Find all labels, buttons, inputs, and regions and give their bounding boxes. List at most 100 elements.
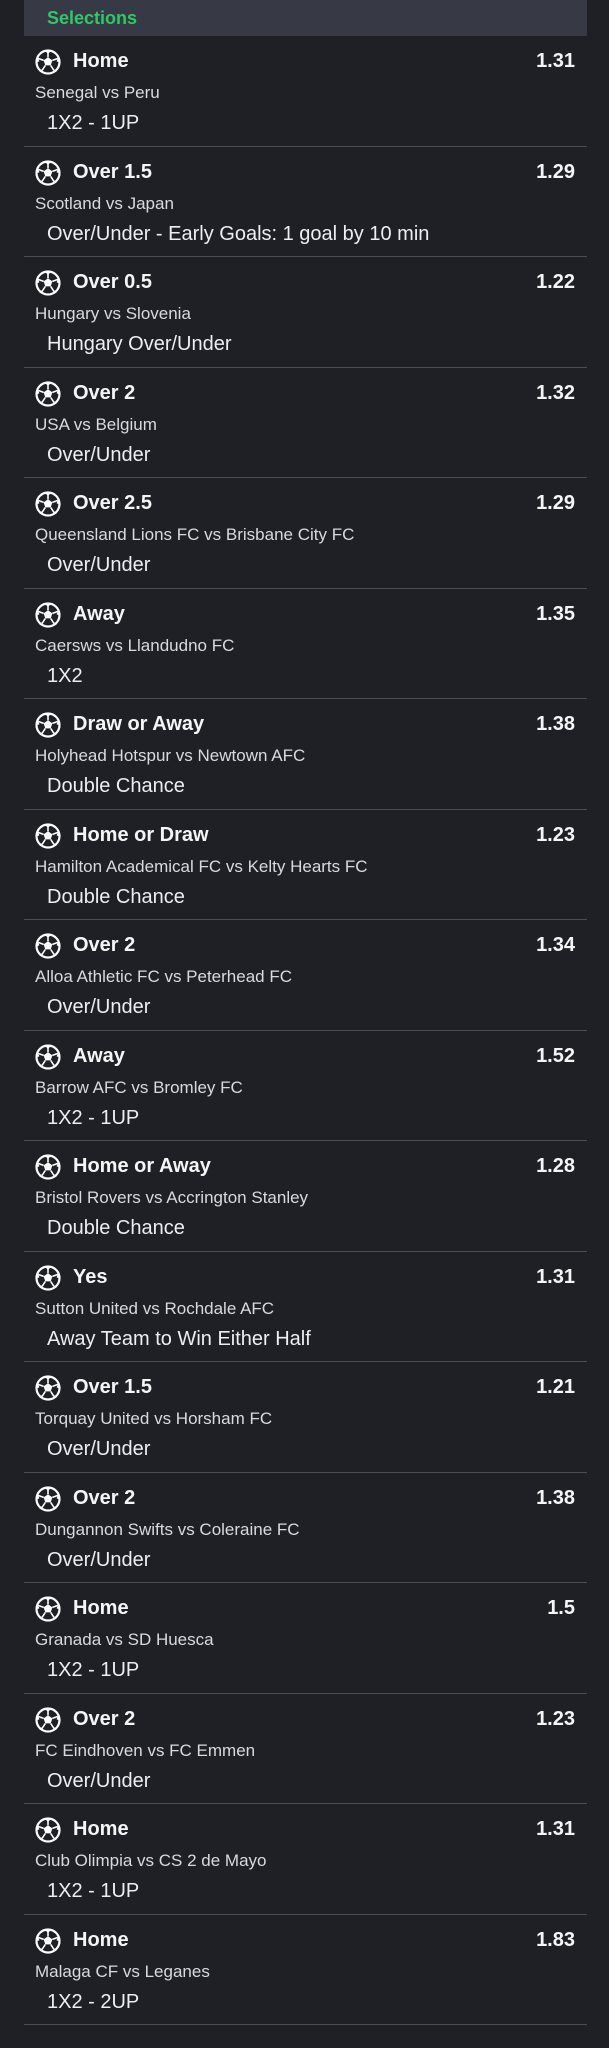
- selections-title: Selections: [47, 7, 138, 28]
- selection-market: 1X2 - 1UP: [47, 1106, 140, 1129]
- selection-market: Over/Under - Early Goals: 1 goal by 10 m…: [47, 222, 430, 245]
- selection-odds: 1.23: [536, 823, 575, 846]
- soccer-ball-icon: [35, 1927, 61, 1954]
- selection-match: Queensland Lions FC vs Brisbane City FC: [35, 525, 355, 544]
- selection-match: Hamilton Academical FC vs Kelty Hearts F…: [35, 856, 368, 876]
- selection-item[interactable]: Away 1.52 Barrow AFC vs Bromley FC 1X2 -…: [24, 1031, 587, 1141]
- selection-match: Club Olimpia vs CS 2 de Mayo: [35, 1851, 267, 1870]
- selection-item[interactable]: Over 1.5 1.21 Torquay United vs Horsham …: [24, 1362, 587, 1473]
- selection-item[interactable]: Over 2 1.38 Dungannon Swifts vs Colerain…: [24, 1473, 587, 1583]
- selection-pick: Home: [73, 1928, 129, 1951]
- selection-odds: 1.31: [536, 1818, 575, 1840]
- selection-market: Over/Under: [47, 1438, 151, 1460]
- selection-item[interactable]: Home 1.31 Senegal vs Peru 1X2 - 1UP: [24, 36, 587, 147]
- selection-match: Barrow AFC vs Bromley FC: [35, 1077, 243, 1097]
- selection-match: Dungannon Swifts vs Coleraine FC: [35, 1519, 300, 1539]
- selection-item[interactable]: Over 2 1.23 FC Eindhoven vs FC Emmen Ove…: [24, 1694, 587, 1804]
- selection-match: Hungary vs Slovenia: [35, 304, 191, 323]
- selection-odds: 1.23: [536, 1707, 575, 1730]
- selection-match: Senegal vs Peru: [35, 83, 160, 102]
- selection-market: Over/Under: [47, 443, 151, 466]
- selection-item[interactable]: Over 1.5 1.29 Scotland vs Japan Over/Und…: [24, 147, 587, 257]
- selection-odds: 1.52: [536, 1044, 575, 1067]
- selection-market: 1X2: [47, 664, 83, 687]
- selection-match: Alloa Athletic FC vs Peterhead FC: [35, 967, 293, 986]
- soccer-ball-icon: [35, 1375, 61, 1401]
- selection-match: Scotland vs Japan: [35, 193, 174, 213]
- selection-odds: 1.35: [536, 602, 575, 625]
- selection-odds: 1.34: [536, 934, 575, 956]
- selection-item[interactable]: Home or Draw 1.23 Hamilton Academical FC…: [24, 810, 587, 920]
- selection-item[interactable]: Yes 1.31 Sutton United vs Rochdale AFC A…: [24, 1252, 587, 1362]
- selection-market: 1X2 - 1UP: [47, 1659, 140, 1681]
- selection-match: Torquay United vs Horsham FC: [35, 1409, 273, 1428]
- selection-pick: Over 1.5: [73, 1376, 152, 1398]
- selection-market: 1X2 - 1UP: [47, 1880, 140, 1902]
- selection-item[interactable]: Over 2 1.34 Alloa Athletic FC vs Peterhe…: [24, 920, 587, 1031]
- soccer-ball-icon: [35, 712, 61, 738]
- selection-item[interactable]: Over 2.5 1.29 Queensland Lions FC vs Bri…: [24, 478, 587, 589]
- selection-market: Double Chance: [47, 1217, 185, 1239]
- selection-pick: Over 2.5: [73, 492, 152, 514]
- selection-market: Over/Under: [47, 1769, 151, 1792]
- selection-odds: 1.38: [536, 713, 575, 735]
- selection-pick: Over 0.5: [73, 271, 152, 293]
- soccer-ball-icon: [35, 1706, 61, 1733]
- selection-item[interactable]: Home 1.31 Club Olimpia vs CS 2 de Mayo 1…: [24, 1804, 587, 1915]
- selection-pick: Over 2: [73, 1486, 136, 1509]
- selection-market: Double Chance: [47, 775, 185, 797]
- selection-item[interactable]: Home 1.5 Granada vs SD Huesca 1X2 - 1UP: [24, 1583, 587, 1694]
- selection-match: Caersws vs Llandudno FC: [35, 635, 235, 655]
- selection-odds: 1.31: [536, 50, 575, 72]
- selection-pick: Draw or Away: [73, 713, 205, 735]
- selections-header[interactable]: Selections: [24, 0, 587, 36]
- selection-match: USA vs Belgium: [35, 414, 157, 434]
- soccer-ball-icon: [35, 49, 61, 75]
- selection-market: Away Team to Win Either Half: [47, 1327, 311, 1350]
- selection-market: Over/Under: [47, 1548, 151, 1571]
- selection-item[interactable]: Draw or Away 1.38 Holyhead Hotspur vs Ne…: [24, 699, 587, 810]
- selection-pick: Over 2: [73, 1707, 136, 1730]
- soccer-ball-icon: [35, 933, 61, 959]
- selection-odds: 1.28: [536, 1155, 575, 1177]
- selection-odds: 1.32: [536, 381, 575, 404]
- selections-list: Home 1.31 Senegal vs Peru 1X2 - 1UP Over…: [24, 36, 587, 2025]
- selection-pick: Home: [73, 1597, 129, 1619]
- selection-item[interactable]: Over 2 1.32 USA vs Belgium Over/Under: [24, 368, 587, 478]
- soccer-ball-icon: [35, 159, 61, 186]
- selection-match: Granada vs SD Huesca: [35, 1630, 214, 1649]
- selection-pick: Home: [73, 1818, 129, 1840]
- selection-item[interactable]: Away 1.35 Caersws vs Llandudno FC 1X2: [24, 589, 587, 699]
- selection-market: 1X2 - 2UP: [47, 1990, 140, 2013]
- selection-pick: Home or Away: [73, 1155, 211, 1177]
- selection-market: Over/Under: [47, 554, 151, 576]
- selection-match: Sutton United vs Rochdale AFC: [35, 1298, 275, 1318]
- soccer-ball-icon: [35, 1596, 61, 1622]
- selection-market: Hungary Over/Under: [47, 333, 232, 355]
- selection-match: Holyhead Hotspur vs Newtown AFC: [35, 746, 306, 765]
- selection-item[interactable]: Home or Away 1.28 Bristol Rovers vs Accr…: [24, 1141, 587, 1252]
- selection-odds: 1.29: [536, 160, 575, 183]
- soccer-ball-icon: [35, 822, 61, 849]
- selection-pick: Yes: [73, 1265, 108, 1288]
- selection-odds: 1.38: [536, 1486, 575, 1509]
- selection-odds: 1.21: [536, 1376, 575, 1398]
- selection-match: Bristol Rovers vs Accrington Stanley: [35, 1188, 309, 1207]
- selection-pick: Over 1.5: [73, 160, 152, 183]
- soccer-ball-icon: [35, 491, 61, 517]
- selection-pick: Over 2: [73, 934, 136, 956]
- selection-market: 1X2 - 1UP: [47, 112, 140, 134]
- selection-market: Double Chance: [47, 885, 185, 908]
- soccer-ball-icon: [35, 1154, 61, 1180]
- selection-pick: Away: [73, 602, 125, 625]
- soccer-ball-icon: [35, 1043, 61, 1070]
- selection-market: Over/Under: [47, 996, 151, 1018]
- selection-odds: 1.31: [536, 1265, 575, 1288]
- selection-item[interactable]: Over 0.5 1.22 Hungary vs Slovenia Hungar…: [24, 257, 587, 368]
- selection-match: FC Eindhoven vs FC Emmen: [35, 1740, 256, 1760]
- selection-odds: 1.83: [536, 1928, 575, 1951]
- selection-match: Malaga CF vs Leganes: [35, 1961, 210, 1981]
- selection-pick: Home: [73, 50, 129, 72]
- selection-item[interactable]: Home 1.83 Malaga CF vs Leganes 1X2 - 2UP: [24, 1915, 587, 2025]
- soccer-ball-icon: [35, 380, 61, 407]
